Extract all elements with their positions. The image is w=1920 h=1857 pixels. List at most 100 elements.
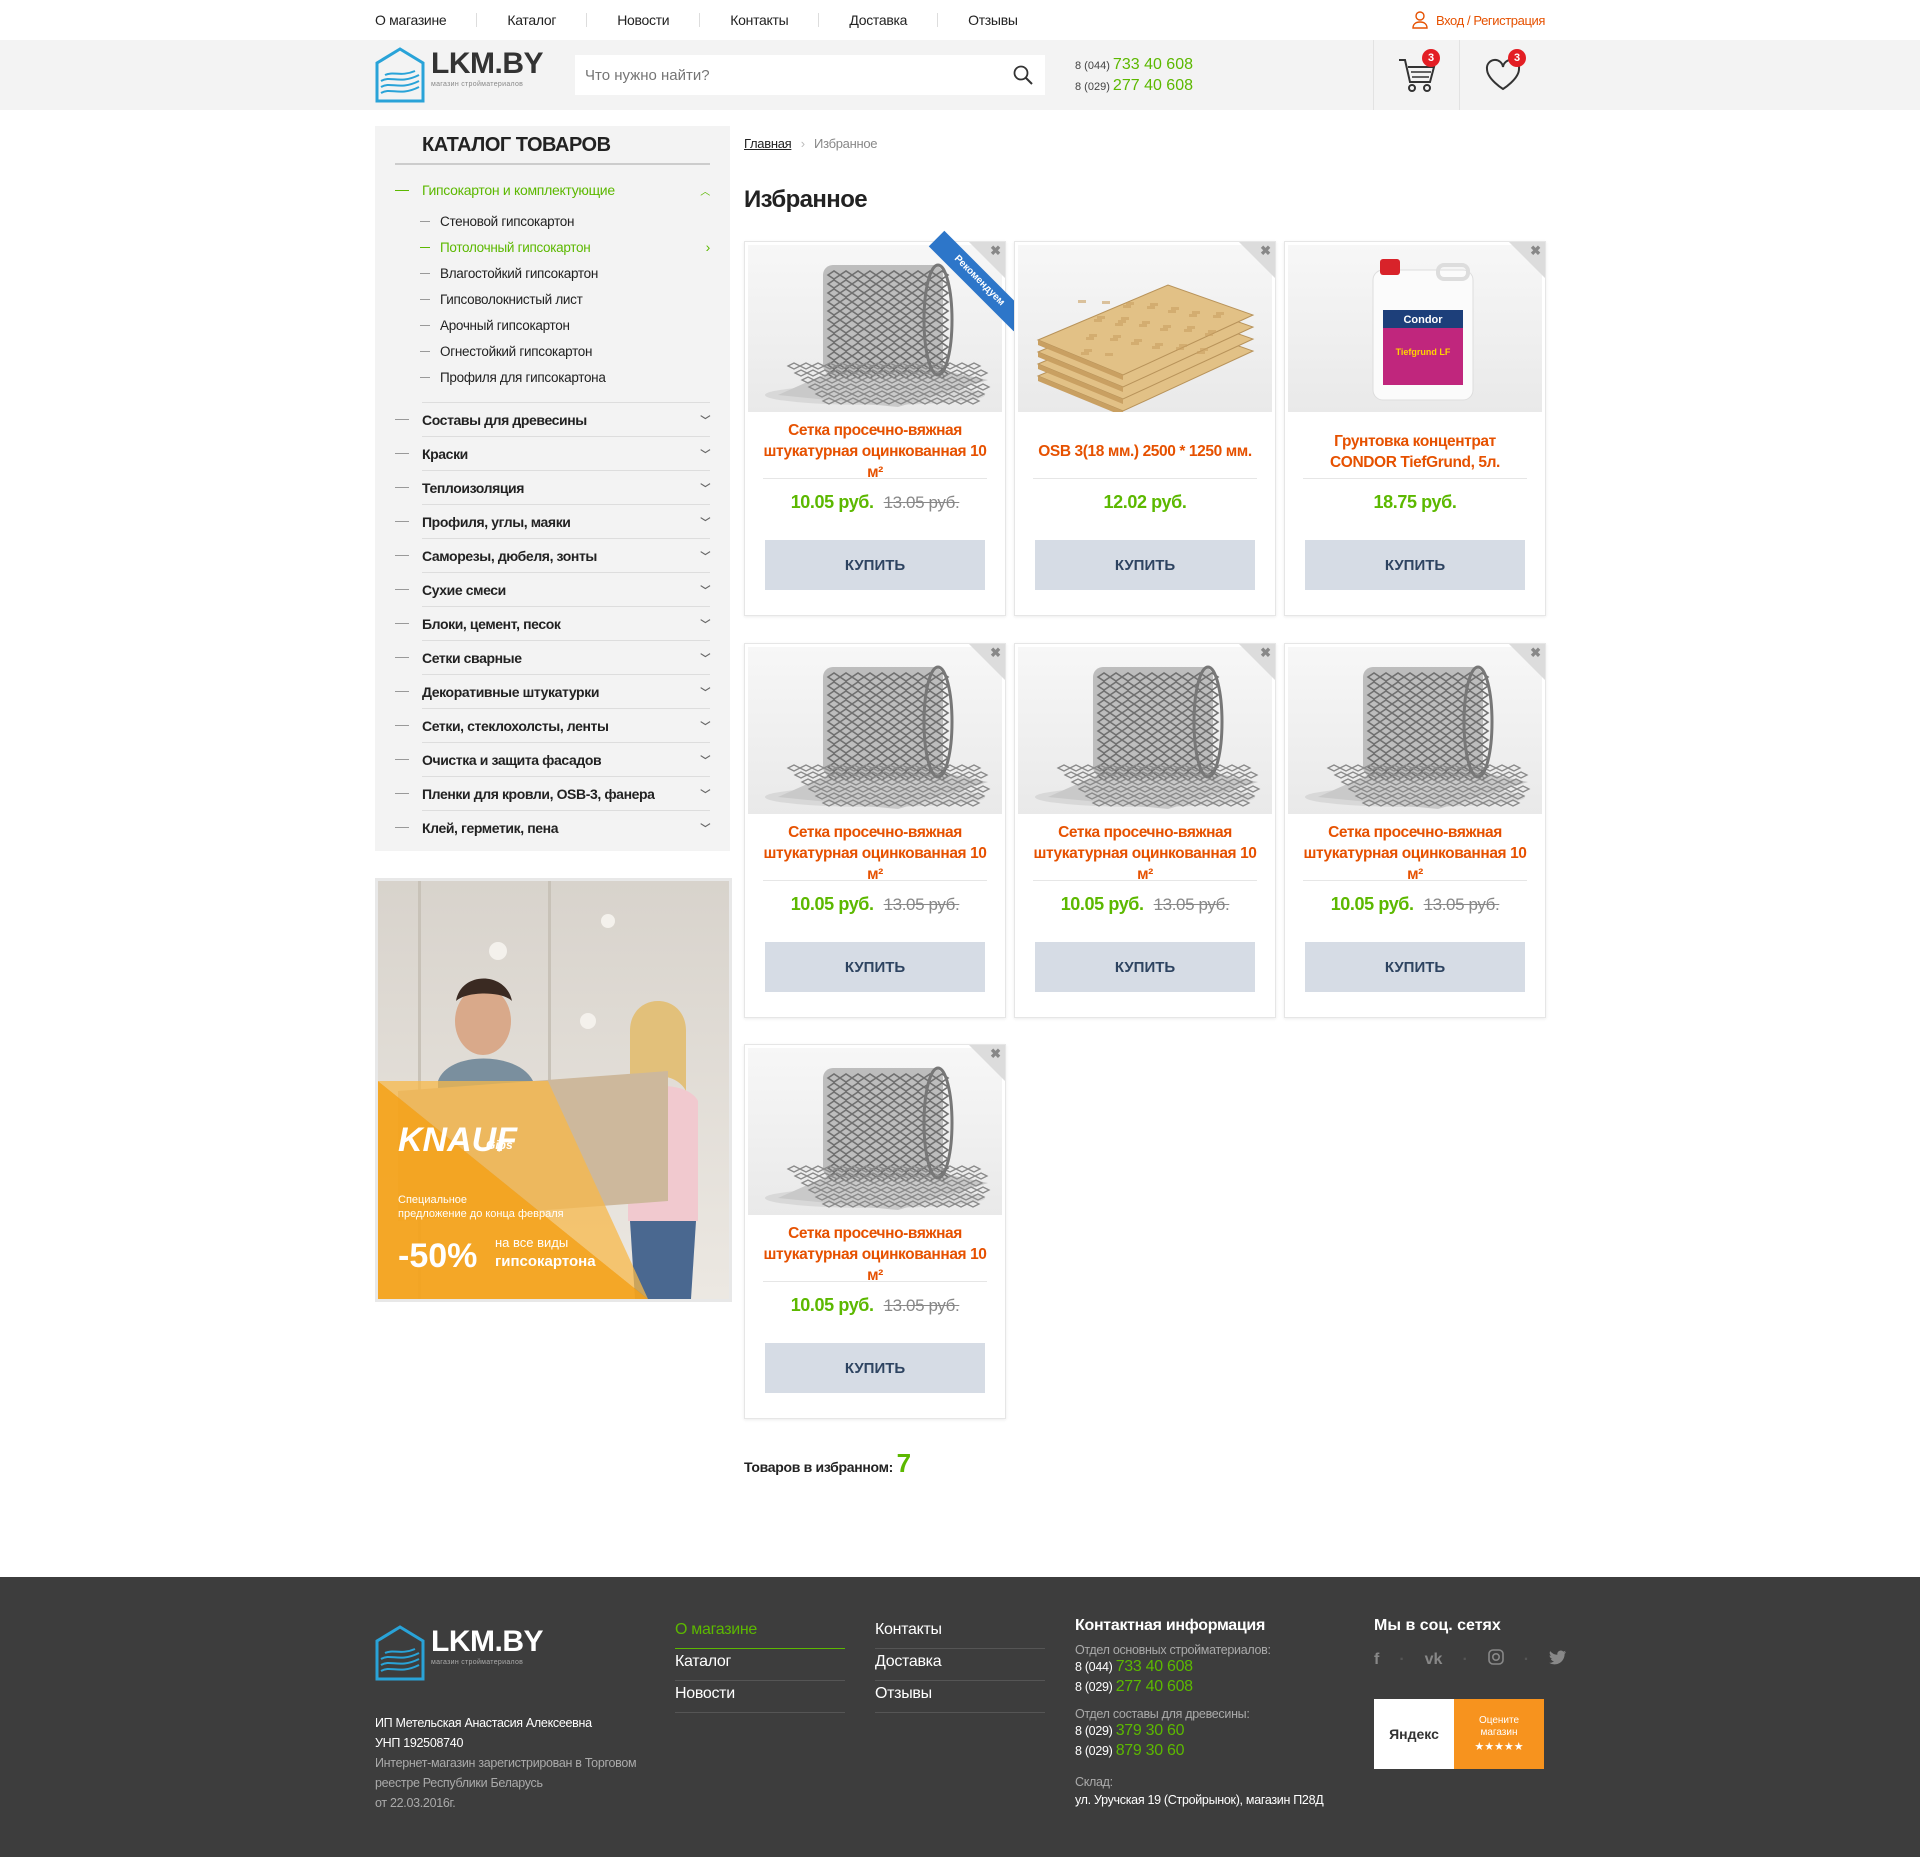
subcategory-item[interactable]: Гипсоволокнистый лист: [395, 286, 710, 312]
close-icon[interactable]: ✖: [990, 1046, 1001, 1062]
subcategory-item[interactable]: Арочный гипсокартон: [395, 312, 710, 338]
logo[interactable]: LKM.BY магазин стройматериалов: [375, 47, 544, 103]
footer-link-contacts[interactable]: Контакты: [875, 1617, 1045, 1649]
product-image[interactable]: [1018, 245, 1272, 412]
dash: [395, 793, 409, 794]
category-item[interactable]: Теплоизоляция ﹀: [395, 470, 710, 504]
category-item[interactable]: Сетки сварные ﹀: [395, 640, 710, 674]
footer-link-catalog[interactable]: Каталог: [675, 1649, 845, 1681]
topnav-news[interactable]: Новости: [586, 13, 699, 27]
chevron-down-icon[interactable]: ﹀: [700, 514, 710, 529]
phone-number[interactable]: 733 40 608: [1116, 1658, 1193, 1675]
product-name[interactable]: Сетка просечно-вяжная штукатурная оцинко…: [1303, 824, 1527, 883]
twitter-icon[interactable]: [1549, 1650, 1567, 1670]
chevron-down-icon[interactable]: ﹀: [700, 718, 710, 733]
chevron-down-icon[interactable]: ﹀: [700, 820, 710, 835]
phone-number[interactable]: 879 30 60: [1116, 1742, 1185, 1759]
topnav-contacts[interactable]: Контакты: [699, 13, 818, 27]
phone-number[interactable]: 379 30 60: [1116, 1722, 1185, 1739]
cart-button[interactable]: 3: [1373, 40, 1459, 110]
buy-button[interactable]: КУПИТЬ: [765, 1343, 985, 1393]
chevron-down-icon[interactable]: ﹀: [700, 752, 710, 767]
close-icon[interactable]: ✖: [1260, 243, 1271, 259]
footer-link-delivery[interactable]: Доставка: [875, 1649, 1045, 1681]
product-name[interactable]: Сетка просечно-вяжная штукатурная оцинко…: [763, 824, 987, 883]
chevron-down-icon[interactable]: ﹀: [700, 446, 710, 461]
product-name[interactable]: Сетка просечно-вяжная штукатурная оцинко…: [763, 1225, 987, 1284]
category-item[interactable]: Блоки, цемент, песок ﹀: [395, 606, 710, 640]
close-icon[interactable]: ✖: [990, 645, 1001, 661]
subcategory-item[interactable]: Огнестойкий гипсокартон: [395, 338, 710, 364]
category-item[interactable]: Пленки для кровли, OSB-3, фанера ﹀: [395, 776, 710, 810]
page-title: Избранное: [744, 186, 868, 213]
category-item[interactable]: Составы для древесины ﹀: [395, 402, 710, 436]
buy-button[interactable]: КУПИТЬ: [765, 540, 985, 590]
category-item[interactable]: Саморезы, дюбеля, зонты ﹀: [395, 538, 710, 572]
buy-button[interactable]: КУПИТЬ: [765, 942, 985, 992]
topnav-reviews[interactable]: Отзывы: [937, 13, 1047, 27]
product-image[interactable]: Condor Tiefgrund LF: [1288, 245, 1542, 412]
chevron-down-icon[interactable]: ﹀: [700, 412, 710, 427]
chevron-down-icon[interactable]: ﹀: [700, 480, 710, 495]
footer-link-about[interactable]: О магазине: [675, 1617, 845, 1649]
close-icon[interactable]: ✖: [1530, 645, 1541, 661]
close-icon[interactable]: ✖: [1260, 645, 1271, 661]
vk-icon[interactable]: vk: [1425, 1651, 1443, 1669]
subcategory-label: Профиля для гипсокартона: [440, 369, 606, 385]
footer-logo[interactable]: LKM.BY магазин стройматериалов: [375, 1625, 544, 1681]
chevron-up-icon[interactable]: ︿: [700, 183, 710, 198]
close-icon[interactable]: ✖: [990, 243, 1001, 259]
category-drywall[interactable]: Гипсокартон и комплектующие ︿: [395, 182, 710, 198]
footer-link-reviews[interactable]: Отзывы: [875, 1681, 1045, 1713]
search-button[interactable]: [1001, 55, 1045, 95]
category-item[interactable]: Очистка и защита фасадов ﹀: [395, 742, 710, 776]
chevron-down-icon[interactable]: ﹀: [700, 650, 710, 665]
category-item[interactable]: Профиля, углы, маяки ﹀: [395, 504, 710, 538]
topnav-delivery[interactable]: Доставка: [818, 13, 937, 27]
subcategory-item[interactable]: Профиля для гипсокартона: [395, 364, 710, 390]
topnav-about[interactable]: О магазине: [375, 13, 476, 27]
phone-number[interactable]: 277 40 608: [1116, 1678, 1193, 1695]
product-name[interactable]: OSB 3(18 мм.) 2500 * 1250 мм.: [1033, 425, 1257, 479]
topnav-catalog[interactable]: Каталог: [476, 13, 586, 27]
category-item[interactable]: Клей, герметик, пена ﹀: [395, 810, 710, 844]
dash: [420, 376, 430, 378]
buy-button[interactable]: КУПИТЬ: [1035, 540, 1255, 590]
chevron-down-icon[interactable]: ﹀: [700, 582, 710, 597]
yandex-rating-widget[interactable]: Яндекс Оцените магазин ★★★★★: [1374, 1699, 1544, 1769]
chevron-down-icon[interactable]: ﹀: [700, 616, 710, 631]
category-item[interactable]: Декоративные штукатурки ﹀: [395, 674, 710, 708]
category-item[interactable]: Сухие смеси ﹀: [395, 572, 710, 606]
category-item[interactable]: Краски ﹀: [395, 436, 710, 470]
search-input[interactable]: [575, 55, 1001, 95]
dash: [420, 272, 430, 274]
footer-link-news[interactable]: Новости: [675, 1681, 845, 1713]
product-image[interactable]: [1288, 647, 1542, 814]
buy-button[interactable]: КУПИТЬ: [1035, 942, 1255, 992]
subcategory-item[interactable]: Влагостойкий гипсокартон: [395, 260, 710, 286]
category-item[interactable]: Сетки, стеклохолсты, ленты ﹀: [395, 708, 710, 742]
phone-number[interactable]: 277 40 608: [1113, 77, 1193, 94]
chevron-down-icon[interactable]: ﹀: [700, 684, 710, 699]
product-name[interactable]: Грунтовка концентрат CONDOR TiefGrund, 5…: [1303, 425, 1527, 479]
product-image[interactable]: [748, 647, 1002, 814]
product-name[interactable]: Сетка просечно-вяжная штукатурная оцинко…: [1033, 824, 1257, 883]
product-name[interactable]: Сетка просечно-вяжная штукатурная оцинко…: [763, 422, 987, 481]
chevron-down-icon[interactable]: ﹀: [700, 548, 710, 563]
subcategory-item[interactable]: Потолочный гипсокартон ›: [395, 234, 710, 260]
facebook-icon[interactable]: f: [1374, 1651, 1379, 1669]
subcategory-item[interactable]: Стеновой гипсокартон: [395, 208, 710, 234]
product-image[interactable]: [1018, 647, 1272, 814]
buy-button[interactable]: КУПИТЬ: [1305, 942, 1525, 992]
breadcrumb-home[interactable]: Главная: [744, 136, 792, 151]
phone-number[interactable]: 733 40 608: [1113, 56, 1193, 73]
product-image[interactable]: [748, 1048, 1002, 1215]
promo-banner[interactable]: KNAUF Gips Специальное предложение до ко…: [375, 878, 732, 1302]
header-phones: 8 (044) 733 40 608 8 (029) 277 40 608: [1075, 55, 1193, 97]
instagram-icon[interactable]: [1487, 1649, 1504, 1670]
favorites-button[interactable]: 3: [1459, 40, 1545, 110]
close-icon[interactable]: ✖: [1530, 243, 1541, 259]
login-link[interactable]: Вход / Регистрация: [1412, 11, 1545, 29]
chevron-down-icon[interactable]: ﹀: [700, 786, 710, 801]
buy-button[interactable]: КУПИТЬ: [1305, 540, 1525, 590]
